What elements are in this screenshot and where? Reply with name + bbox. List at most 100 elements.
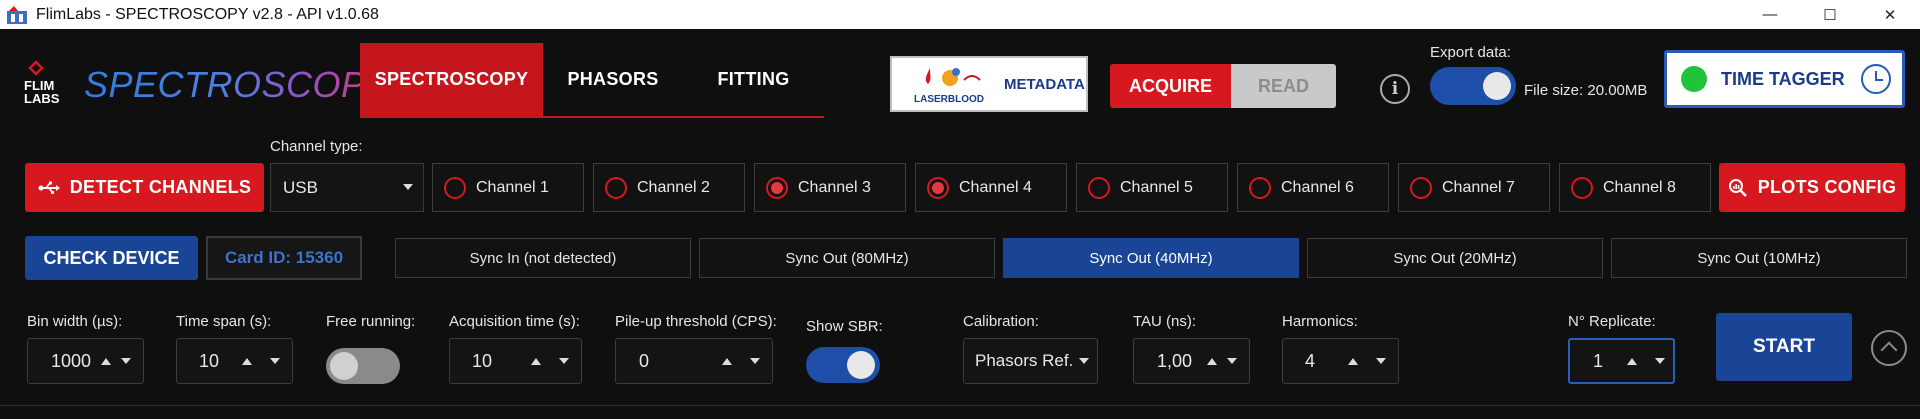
channel-label: Channel 1 — [476, 178, 549, 196]
channel-3-radio[interactable]: Channel 3 — [754, 163, 906, 212]
bin-width-label: Bin width (µs): — [27, 313, 123, 330]
metadata-label: METADATA — [1004, 75, 1085, 93]
channel-label: Channel 7 — [1442, 178, 1515, 196]
tau-input[interactable]: 1,00 — [1133, 338, 1250, 384]
time-span-input[interactable]: 10 — [176, 338, 293, 384]
acquisition-time-input[interactable]: 10 — [449, 338, 582, 384]
calibration-select[interactable]: Phasors Ref. — [963, 338, 1098, 384]
harmonics-input[interactable]: 4 — [1282, 338, 1399, 384]
increment-icon[interactable] — [242, 357, 252, 365]
bin-width-input[interactable]: 1000 — [27, 338, 144, 384]
plots-config-button[interactable]: PLOTS CONFIG — [1719, 163, 1905, 212]
increment-icon[interactable] — [1627, 357, 1637, 365]
increment-icon[interactable] — [1348, 357, 1358, 365]
radio-icon — [1088, 176, 1110, 199]
acquire-button[interactable]: ACQUIRE — [1110, 64, 1231, 108]
channel-type-select[interactable]: USB — [270, 163, 424, 212]
channel-5-radio[interactable]: Channel 5 — [1076, 163, 1228, 212]
radio-checked-icon — [927, 176, 949, 199]
sync-out-20mhz-button[interactable]: Sync Out (20MHz) — [1307, 238, 1603, 278]
usb-icon — [38, 181, 60, 194]
detect-channels-button[interactable]: DETECT CHANNELS — [25, 163, 264, 212]
replicate-input[interactable]: 1 — [1568, 338, 1675, 384]
pileup-threshold-value: 0 — [639, 350, 650, 371]
tab-phasors[interactable]: PHASORS — [543, 43, 683, 116]
info-icon[interactable]: i — [1380, 74, 1410, 104]
channel-type-label: Channel type: — [270, 138, 363, 155]
tab-fitting[interactable]: FITTING — [683, 43, 824, 116]
radio-icon — [1571, 176, 1593, 199]
channel-1-radio[interactable]: Channel 1 — [432, 163, 584, 212]
sync-in-button[interactable]: Sync In (not detected) — [395, 238, 691, 278]
pileup-threshold-input[interactable]: 0 — [615, 338, 773, 384]
tab-spectroscopy[interactable]: SPECTROSCOPY — [360, 43, 543, 116]
channel-6-radio[interactable]: Channel 6 — [1237, 163, 1389, 212]
harmonics-label: Harmonics: — [1282, 313, 1358, 330]
app-brand: SPECTROSCOPY — [84, 64, 391, 105]
channel-label: Channel 3 — [798, 178, 871, 196]
time-tagger-button[interactable]: TIME TAGGER — [1664, 50, 1905, 108]
channel-7-radio[interactable]: Channel 7 — [1398, 163, 1550, 212]
decrement-icon[interactable] — [750, 358, 760, 364]
radio-checked-icon — [766, 176, 788, 199]
minimize-button[interactable]: — — [1740, 0, 1800, 29]
increment-icon[interactable] — [722, 357, 732, 365]
increment-icon[interactable] — [101, 357, 111, 365]
acquisition-time-value: 10 — [472, 350, 493, 371]
close-button[interactable]: ✕ — [1860, 0, 1920, 29]
check-device-button[interactable]: CHECK DEVICE — [25, 236, 198, 280]
divider — [0, 405, 1920, 406]
metadata-button[interactable]: LASERBLOOD METADATA — [890, 56, 1088, 112]
decrement-icon[interactable] — [559, 358, 569, 364]
decrement-icon[interactable] — [1227, 358, 1237, 364]
status-led-icon — [1681, 66, 1707, 92]
decrement-icon[interactable] — [270, 358, 280, 364]
replicate-label: N° Replicate: — [1568, 313, 1656, 330]
show-sbr-label: Show SBR: — [806, 318, 883, 335]
free-running-toggle[interactable] — [326, 348, 400, 384]
app-icon — [6, 5, 28, 25]
decrement-icon[interactable] — [1376, 358, 1386, 364]
increment-icon[interactable] — [1207, 357, 1217, 365]
chevron-down-icon — [403, 184, 413, 190]
radio-icon — [1410, 176, 1432, 199]
increment-icon[interactable] — [531, 357, 541, 365]
time-span-value: 10 — [199, 350, 220, 371]
calibration-label: Calibration: — [963, 313, 1039, 330]
calibration-value: Phasors Ref. — [975, 351, 1074, 370]
start-button[interactable]: START — [1716, 313, 1852, 381]
export-data-toggle[interactable] — [1430, 67, 1516, 105]
chart-search-icon — [1728, 178, 1747, 197]
channel-label: Channel 4 — [959, 178, 1032, 196]
decrement-icon[interactable] — [121, 358, 131, 364]
flimlabs-logo: FLIM LABS — [22, 58, 70, 106]
radio-icon — [1249, 176, 1271, 199]
clock-icon — [1860, 64, 1891, 94]
card-id-display: Card ID: 15360 — [206, 236, 362, 280]
read-button[interactable]: READ — [1231, 64, 1336, 108]
harmonics-value: 4 — [1305, 350, 1316, 371]
channel-4-radio[interactable]: Channel 4 — [915, 163, 1067, 212]
export-data-label: Export data: — [1430, 44, 1511, 61]
radio-icon — [444, 176, 466, 199]
mode-switch: ACQUIRE READ — [1110, 64, 1336, 108]
sync-out-80mhz-button[interactable]: Sync Out (80MHz) — [699, 238, 995, 278]
channel-label: Channel 5 — [1120, 178, 1193, 196]
channel-type-value: USB — [283, 177, 318, 197]
channel-2-radio[interactable]: Channel 2 — [593, 163, 745, 212]
sync-out-10mhz-button[interactable]: Sync Out (10MHz) — [1611, 238, 1907, 278]
radio-icon — [605, 176, 627, 199]
detect-channels-label: DETECT CHANNELS — [69, 177, 252, 197]
tau-label: TAU (ns): — [1133, 313, 1197, 330]
laserblood-text: LASERBLOOD — [914, 94, 984, 105]
scroll-up-icon[interactable] — [1871, 330, 1907, 366]
sync-out-40mhz-button[interactable]: Sync Out (40MHz) — [1003, 238, 1299, 278]
decrement-icon[interactable] — [1655, 358, 1665, 364]
replicate-value: 1 — [1593, 350, 1604, 371]
chevron-down-icon — [1079, 358, 1089, 364]
channel-8-radio[interactable]: Channel 8 — [1559, 163, 1711, 212]
file-size-text: File size: 20.00MB — [1524, 82, 1648, 99]
bin-width-value: 1000 — [51, 350, 92, 371]
maximize-button[interactable]: ☐ — [1800, 0, 1860, 29]
show-sbr-toggle[interactable] — [806, 347, 880, 383]
